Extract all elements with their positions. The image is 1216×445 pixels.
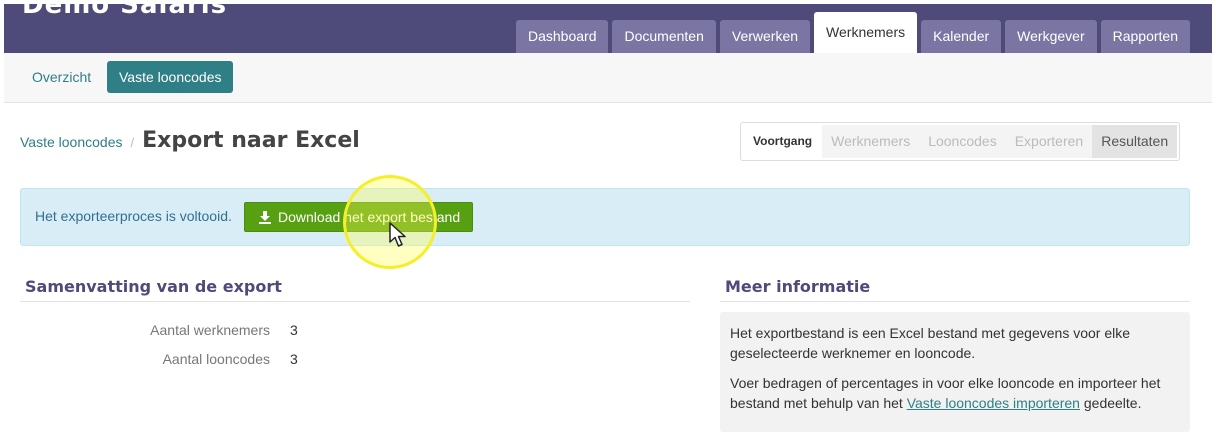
tab-documenten[interactable]: Documenten bbox=[612, 20, 716, 53]
step-werknemers: Werknemers bbox=[822, 125, 920, 158]
app-title: Demo Salaris bbox=[22, 0, 228, 20]
subnav-overzicht[interactable]: Overzicht bbox=[20, 61, 103, 93]
info-paragraph-1: Het exportbestand is een Excel bestand m… bbox=[730, 325, 1131, 361]
summary-value: 3 bbox=[290, 322, 298, 338]
tab-verwerken[interactable]: Verwerken bbox=[719, 20, 811, 53]
tab-werkgever[interactable]: Werkgever bbox=[1005, 20, 1097, 53]
summary-divider bbox=[20, 301, 690, 302]
download-icon bbox=[259, 210, 271, 224]
summary-value: 3 bbox=[290, 351, 298, 367]
mouse-pointer-icon bbox=[389, 222, 406, 247]
info-divider bbox=[720, 301, 1190, 302]
tab-dashboard[interactable]: Dashboard bbox=[515, 20, 609, 53]
steps-label: Voortgang bbox=[743, 125, 823, 158]
sub-nav: Overzicht Vaste looncodes bbox=[4, 53, 1212, 103]
app-header: Demo Salaris Dashboard Documenten Verwer… bbox=[4, 0, 1212, 53]
info-title: Meer informatie bbox=[725, 277, 871, 296]
progress-steps: Voortgang Werknemers Looncodes Exportere… bbox=[740, 122, 1181, 161]
step-resultaten: Resultaten bbox=[1092, 125, 1178, 158]
tab-rapporten[interactable]: Rapporten bbox=[1100, 20, 1190, 53]
tab-werknemers[interactable]: Werknemers bbox=[814, 12, 918, 53]
info-paragraph-2: Voer bedragen of percentages in voor elk… bbox=[730, 373, 1180, 413]
main-nav: Dashboard Documenten Verwerken Werknemer… bbox=[515, 12, 1190, 53]
step-looncodes: Looncodes bbox=[919, 125, 1006, 158]
summary-label: Aantal werknemers bbox=[150, 322, 270, 338]
summary-title: Samenvatting van de export bbox=[25, 277, 282, 296]
summary-list: Aantal werknemers 3 Aantal looncodes 3 bbox=[20, 322, 298, 380]
info-box: Het exportbestand is een Excel bestand m… bbox=[720, 312, 1190, 432]
breadcrumb-separator: / bbox=[130, 135, 135, 150]
summary-row: Aantal looncodes 3 bbox=[20, 351, 298, 380]
subnav-vaste-looncodes[interactable]: Vaste looncodes bbox=[107, 61, 234, 93]
alert-text: Het exporteerproces is voltooid. bbox=[35, 208, 232, 224]
tab-kalender[interactable]: Kalender bbox=[921, 20, 1002, 53]
breadcrumb-parent-link[interactable]: Vaste looncodes bbox=[20, 134, 122, 150]
summary-label: Aantal looncodes bbox=[162, 351, 270, 367]
page-title: Export naar Excel bbox=[142, 128, 360, 153]
success-alert: Het exporteerproces is voltooid. Downloa… bbox=[20, 188, 1190, 246]
step-exporteren: Exporteren bbox=[1005, 125, 1093, 158]
summary-row: Aantal werknemers 3 bbox=[20, 322, 298, 351]
breadcrumb: Vaste looncodes / Export naar Excel bbox=[20, 128, 360, 153]
info-text: gedeelte. bbox=[1079, 395, 1142, 411]
import-link[interactable]: Vaste looncodes importeren bbox=[907, 395, 1080, 411]
